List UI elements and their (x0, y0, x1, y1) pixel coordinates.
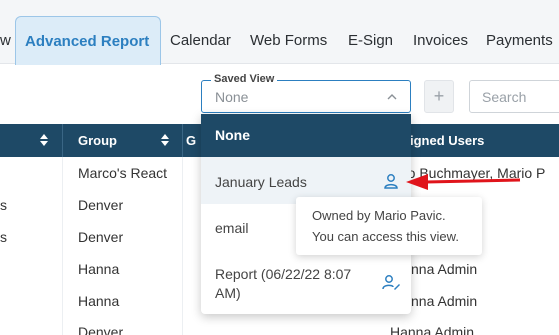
saved-view-value: None (215, 89, 249, 105)
option-label-line2: AM) (215, 285, 241, 301)
tab-invoices[interactable]: Invoices (413, 32, 468, 49)
option-label: Report (06/22/22 8:07 (215, 266, 352, 282)
tab-e-sign[interactable]: E-Sign (348, 32, 393, 49)
tab-calendar[interactable]: Calendar (170, 32, 231, 49)
table-cell-group: Denver (78, 229, 124, 245)
table-cell-users: nna Admin (411, 261, 478, 277)
table-cell: s (0, 229, 7, 245)
option-report[interactable]: Report (06/22/22 8:07 AM) (201, 252, 411, 314)
add-view-button[interactable]: + (424, 80, 454, 113)
column-divider (182, 157, 183, 335)
table-cell-group: Marco's React (78, 165, 168, 181)
column-separator (62, 124, 63, 157)
tab-payments[interactable]: Payments (486, 32, 553, 49)
chevron-up-icon (387, 94, 397, 100)
table-cell-users: Hanna Admin (390, 324, 475, 335)
column-header-assigned-users[interactable]: igned Users (410, 133, 484, 148)
option-label: email (215, 220, 249, 236)
user-edit-icon[interactable] (382, 274, 401, 291)
sort-icon[interactable] (160, 133, 170, 147)
column-divider (62, 157, 63, 335)
table-cell: s (0, 197, 7, 213)
option-label: None (215, 127, 250, 143)
saved-view-label: Saved View (211, 73, 278, 85)
column-header-partial[interactable]: G (186, 133, 196, 148)
table-cell-group: Hanna (78, 261, 120, 277)
sort-icon[interactable] (39, 133, 49, 147)
tooltip-line-2: You can access this view. (312, 229, 459, 244)
column-separator (182, 124, 183, 157)
tab-advanced-report[interactable]: Advanced Report (15, 16, 161, 65)
table-cell-group: Denver (78, 324, 124, 335)
search-placeholder: Search (482, 89, 527, 105)
tab-view[interactable]: w (0, 32, 11, 49)
tab-web-forms[interactable]: Web Forms (250, 32, 327, 49)
table-cell-group: Denver (78, 197, 124, 213)
tab-advanced-report-label: Advanced Report (25, 33, 150, 50)
column-header-group[interactable]: Group (78, 133, 117, 148)
user-icon[interactable] (383, 173, 399, 189)
top-nav: w Advanced Report Calendar Web Forms E-S… (0, 0, 559, 65)
annotation-arrow-icon (406, 174, 521, 190)
table-cell-group: Hanna (78, 293, 120, 309)
ownership-tooltip: Owned by Mario Pavic. You can access thi… (296, 197, 482, 255)
tooltip-line-1: Owned by Mario Pavic. (312, 208, 446, 223)
option-label: January Leads (215, 174, 307, 190)
table-cell-users: nna Admin (411, 293, 478, 309)
search-input[interactable]: Search (469, 80, 559, 113)
option-none[interactable]: None (201, 114, 411, 157)
